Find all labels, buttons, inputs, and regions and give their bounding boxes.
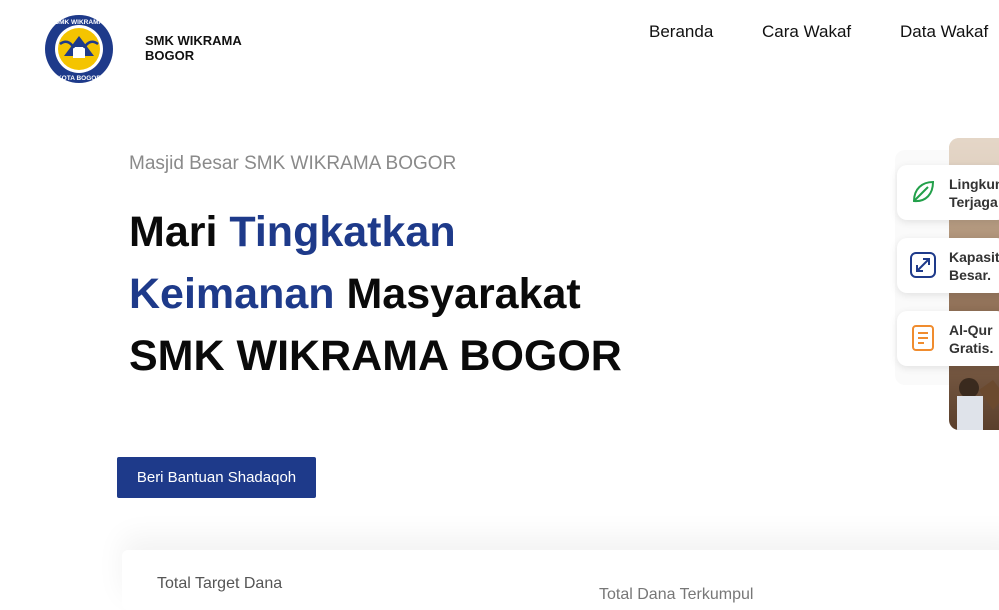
- leaf-icon: [912, 180, 935, 203]
- feature-3-line-2: Gratis.: [949, 340, 994, 356]
- school-logo[interactable]: SMK WIKRAMA KOTA BOGOR: [44, 14, 114, 84]
- headline-masyarakat: Masyarakat: [334, 270, 581, 318]
- brand-line-2: BOGOR: [145, 48, 195, 63]
- logo-text-top: SMK WIKRAMA: [55, 19, 104, 26]
- brand-line-1: SMK WIKRAMA: [145, 33, 242, 48]
- headline-tingkatkan: Tingkatkan: [229, 208, 456, 256]
- feature-2-line-1: Kapasit: [949, 249, 999, 265]
- hero-headline: Mari Tingkatkan Keimanan Masyarakat SMK …: [129, 201, 622, 387]
- headline-line-2: Keimanan Masyarakat: [129, 263, 622, 325]
- nav-data-wakaf[interactable]: Data Wakaf: [900, 22, 988, 42]
- feature-card-alquran: Al-Qur Gratis.: [897, 311, 999, 366]
- donate-button[interactable]: Beri Bantuan Shadaqoh: [117, 457, 316, 498]
- feature-1-line-2: Terjaga: [949, 194, 998, 210]
- feature-card-lingkungan: Lingkun Terjaga: [897, 165, 999, 220]
- brand-name[interactable]: SMK WIKRAMA BOGOR: [145, 33, 242, 63]
- headline-line-3: SMK WIKRAMA BOGOR: [129, 332, 622, 380]
- total-collected-label: Total Dana Terkumpul: [599, 586, 754, 603]
- nav-beranda[interactable]: Beranda: [649, 22, 713, 42]
- feature-card-kapasitas: Kapasit Besar.: [897, 238, 999, 293]
- nav-cara-wakaf[interactable]: Cara Wakaf: [762, 22, 851, 42]
- expand-icon: [910, 252, 936, 278]
- feature-1-line-1: Lingkun: [949, 176, 999, 192]
- hero-subtitle: Masjid Besar SMK WIKRAMA BOGOR: [129, 153, 457, 174]
- feature-2-line-2: Besar.: [949, 267, 992, 283]
- headline-mari: Mari: [129, 208, 230, 256]
- feature-3-line-1: Al-Qur: [949, 322, 993, 338]
- logo-text-bottom: KOTA BOGOR: [57, 75, 101, 82]
- headline-keimanan: Keimanan: [129, 270, 335, 318]
- book-icon: [912, 325, 934, 351]
- total-target-label: Total Target Dana: [157, 575, 283, 592]
- stats-panel: Total Target Dana Total Dana Terkumpul: [122, 550, 999, 610]
- headline-line-1: Mari Tingkatkan: [129, 201, 622, 263]
